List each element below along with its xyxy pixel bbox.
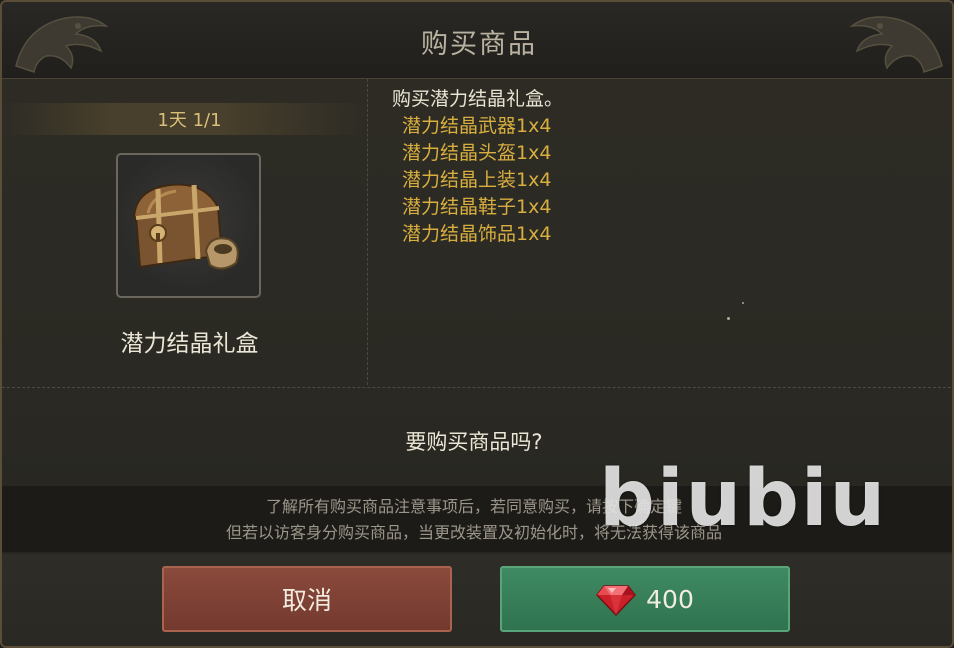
description-title: 购买潜力结晶礼盒。 [392,88,564,110]
description-line: 潜力结晶上装1x4 [402,169,552,191]
dragon-ornament-icon [849,16,943,73]
red-gem-icon [596,585,637,616]
purchase-dialog: 购买商品 1天 1/1 潜力结晶礼盒 购买潜力结晶礼盒。 潜力结晶武器1x4 潜… [0,0,954,648]
treasure-chest-icon [132,183,239,270]
description-line: 潜力结晶鞋子1x4 [402,196,552,218]
description-line: 潜力结晶武器1x4 [402,115,552,137]
purchase-limit: 1天 1/1 [157,110,222,131]
divider [2,387,952,388]
cancel-button-label: 取消 [281,586,332,615]
buy-price: 400 [646,584,694,614]
title-bar: 购买商品 [2,2,952,79]
button-row: 取消 400 [2,554,952,646]
description-line: 潜力结晶饰品1x4 [402,223,552,245]
confirm-question: 要购买商品吗? [405,430,543,454]
cancel-button[interactable]: 取消 [162,566,452,632]
sparkle-decoration [742,302,744,304]
item-panel: 1天 1/1 潜力结晶礼盒 [2,79,368,385]
sparkle-decoration [727,317,730,320]
buy-button[interactable]: 400 [500,566,790,632]
watermark: biubiu [599,454,888,544]
dialog-title: 购买商品 [421,29,537,60]
item-description: 购买潜力结晶礼盒。 潜力结晶武器1x4 潜力结晶头盔1x4 潜力结晶上装1x4 … [392,86,932,376]
item-name: 潜力结晶礼盒 [120,331,259,357]
description-line: 潜力结晶头盔1x4 [402,142,552,164]
item-slot [116,153,261,298]
